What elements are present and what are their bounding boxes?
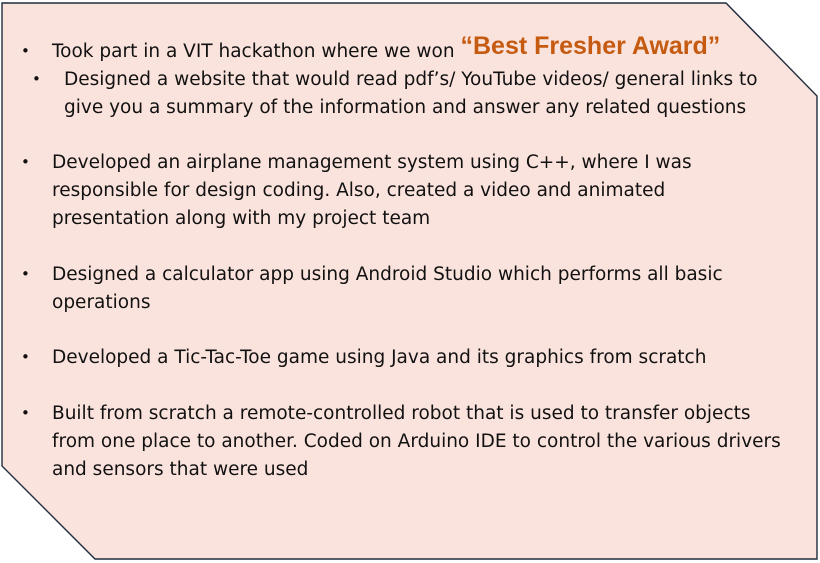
bullet-icon: •	[21, 404, 30, 423]
item-text: Built from scratch a remote-controlled r…	[52, 403, 781, 480]
bullet-icon: •	[21, 153, 30, 172]
list-item-calculator: • Designed a calculator app using Androi…	[18, 261, 788, 317]
list-item-hackathon: • Took part in a VIT hackathon where we …	[18, 34, 788, 66]
bullet-icon: •	[32, 69, 41, 88]
bullet-list: • Took part in a VIT hackathon where we …	[18, 34, 788, 484]
item-text: Took part in a VIT hackathon where we wo…	[52, 41, 461, 62]
award-highlight: “Best Fresher Award”	[460, 32, 721, 60]
list-item-tictactoe: • Developed a Tic-Tac-Toe game using Jav…	[18, 344, 788, 372]
item-text: Developed an airplane management system …	[52, 152, 692, 229]
list-item-airplane: • Developed an airplane management syste…	[18, 149, 788, 232]
list-item-robot: • Built from scratch a remote-controlled…	[18, 400, 788, 483]
sub-item-text: Designed a website that would read pdf’s…	[64, 68, 758, 118]
item-text: Designed a calculator app using Android …	[52, 263, 723, 313]
sub-item-website: • Designed a website that would read pdf…	[18, 66, 788, 122]
bullet-icon: •	[21, 264, 30, 283]
bullet-icon: •	[21, 42, 30, 60]
bullet-icon: •	[21, 348, 30, 367]
item-text: Developed a Tic-Tac-Toe game using Java …	[52, 347, 707, 369]
project-card: • Took part in a VIT hackathon where we …	[0, 0, 820, 563]
